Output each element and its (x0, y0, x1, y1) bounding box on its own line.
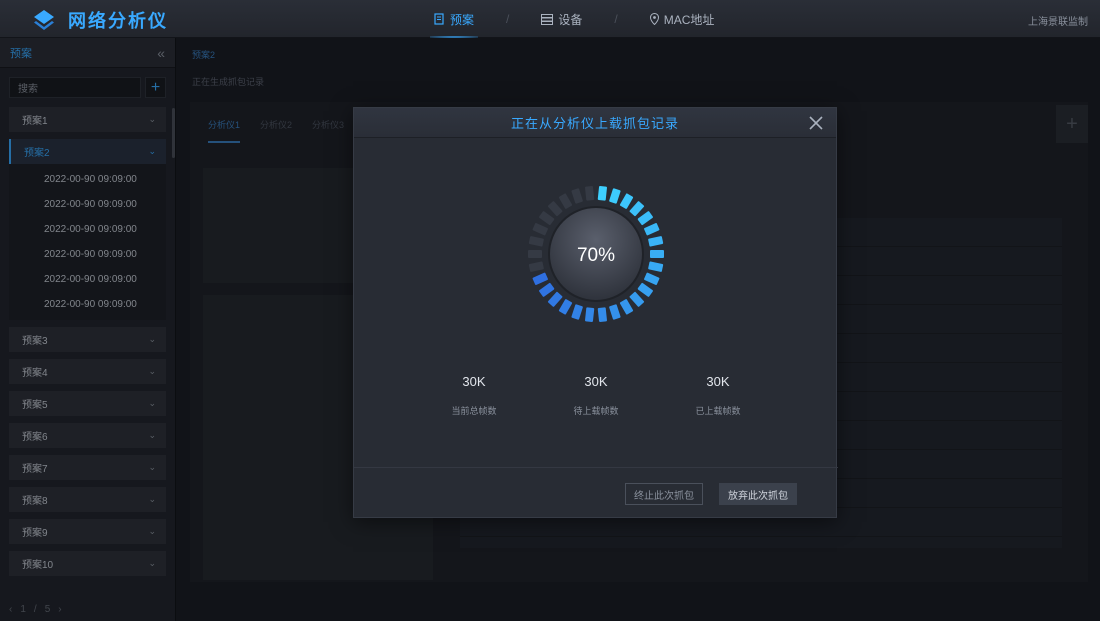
app-logo: 网络分析仪 (32, 7, 168, 33)
nav-item-plans[interactable]: 预案 (420, 0, 488, 38)
progress-tick-filled (629, 291, 645, 307)
stat-label: 已上载帧数 (695, 406, 741, 416)
stop-capture-button[interactable]: 终止此次抓包 (625, 483, 703, 505)
progress-tick-filled (558, 299, 573, 315)
progress-tick-filled (597, 186, 607, 201)
app-title: 网络分析仪 (68, 11, 168, 31)
top-nav: 预案 / 设备 / MAC地址 (420, 0, 728, 38)
progress-tick-filled (644, 272, 660, 285)
progress-tick-filled (547, 291, 563, 307)
progress-tick-filled (597, 307, 607, 322)
progress-tick-empty (571, 188, 583, 204)
stat-label: 当前总帧数 (451, 406, 497, 416)
progress-tick-filled (644, 223, 660, 236)
progress-tick-empty (558, 193, 573, 209)
abort-capture-button[interactable]: 放弃此次抓包 (719, 483, 797, 505)
dialog-footer: 终止此次抓包 放弃此次抓包 (354, 467, 838, 519)
stat-total: 30K 当前总帧数 (424, 374, 524, 417)
progress-ring: 70% (528, 186, 664, 322)
progress-tick-empty (585, 186, 595, 201)
progress-tick-filled (609, 304, 621, 320)
nav-label: 预案 (450, 12, 475, 27)
location-pin-icon (649, 13, 659, 25)
stat-value: 30K (706, 374, 730, 389)
stat-label: 待上载帧数 (573, 406, 619, 416)
nav-item-mac[interactable]: MAC地址 (636, 0, 729, 38)
nav-item-devices[interactable]: 设备 (527, 0, 596, 38)
progress-tick-empty (532, 223, 548, 236)
document-icon (434, 13, 444, 25)
progress-tick-empty (547, 201, 563, 217)
close-icon[interactable] (806, 113, 826, 133)
nav-separator: / (506, 12, 510, 26)
progress-tick-empty (539, 211, 555, 226)
upload-dialog: 正在从分析仪上载抓包记录 70% 30K 当前总帧数 30K 待上载帧数 30K… (353, 107, 838, 519)
dialog-header: 正在从分析仪上载抓包记录 (354, 108, 836, 138)
server-icon (541, 13, 554, 25)
progress-tick-filled (637, 211, 653, 226)
progress-tick-filled (648, 236, 664, 247)
progress-tick-filled (650, 250, 664, 258)
stat-pending: 30K 待上载帧数 (546, 374, 646, 417)
top-bar: 网络分析仪 预案 / 设备 / MAC地址 上海景联监制 (0, 0, 1100, 38)
dialog-title: 正在从分析仪上载抓包记录 (510, 116, 679, 131)
stat-value: 30K (584, 374, 608, 389)
nav-label: 设备 (558, 12, 583, 27)
progress-tick-filled (532, 272, 548, 285)
progress-tick-filled (571, 304, 583, 320)
progress-tick-empty (528, 250, 542, 258)
progress-tick-empty (528, 261, 544, 272)
stat-value: 30K (462, 374, 486, 389)
progress-tick-filled (539, 282, 555, 297)
progress-tick-filled (637, 282, 653, 297)
nav-label: MAC地址 (663, 12, 715, 27)
org-label: 上海景联监制 (1028, 17, 1088, 28)
stat-uploaded: 30K 已上载帧数 (668, 374, 768, 417)
progress-tick-filled (619, 193, 634, 209)
progress-tick-filled (619, 299, 634, 315)
progress-tick-filled (609, 188, 621, 204)
progress-tick-filled (648, 261, 664, 272)
progress-percent: 70% (577, 245, 615, 266)
progress-tick-empty (528, 236, 544, 247)
progress-tick-filled (585, 307, 595, 322)
progress-tick-filled (629, 201, 645, 217)
layers-logo-icon (34, 10, 54, 30)
nav-separator: / (614, 12, 618, 26)
